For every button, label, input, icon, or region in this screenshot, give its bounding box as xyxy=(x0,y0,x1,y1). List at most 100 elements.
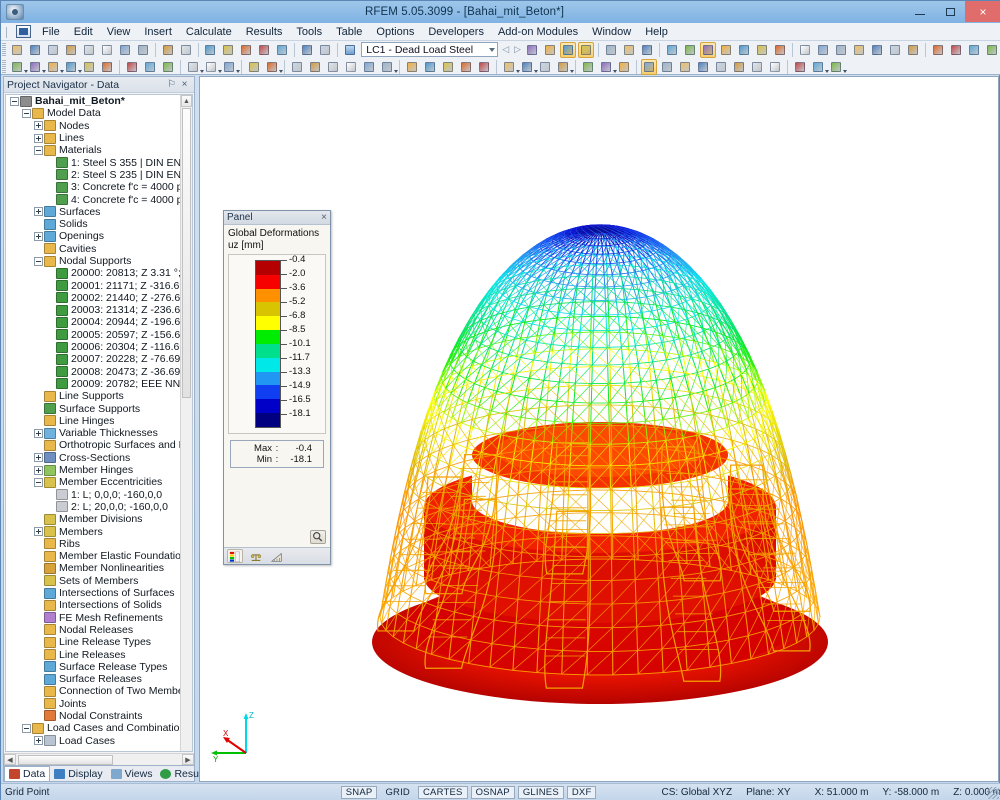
tree-item[interactable]: Cross-Sections xyxy=(6,452,180,464)
toolbar-button[interactable] xyxy=(27,59,43,75)
toolbar-button[interactable] xyxy=(851,42,867,58)
toolbar-button[interactable] xyxy=(307,59,323,75)
toolbar-button[interactable] xyxy=(772,42,788,58)
tree-item[interactable]: Line Hinges xyxy=(6,415,180,427)
dropdown-arrow-icon[interactable] xyxy=(394,70,398,73)
toolbar-button[interactable] xyxy=(695,59,711,75)
tree-item[interactable]: Line Releases xyxy=(6,648,180,660)
dropdown-arrow-icon[interactable] xyxy=(843,70,847,73)
toolbar-button[interactable] xyxy=(542,42,558,58)
chevron-down-icon[interactable] xyxy=(489,48,495,52)
toolbar-button[interactable] xyxy=(476,59,492,75)
toolbar-button[interactable] xyxy=(700,42,716,58)
menu-item-addon-modules[interactable]: Add-on Modules xyxy=(491,24,585,40)
toolbar-button[interactable] xyxy=(221,59,237,75)
tree-expander-icon[interactable] xyxy=(34,121,43,130)
menu-item-calculate[interactable]: Calculate xyxy=(179,24,239,40)
toolbar-button[interactable] xyxy=(713,59,729,75)
toolbar-button[interactable] xyxy=(27,42,43,58)
tree-item[interactable]: 2: Steel S 235 | DIN EN 1993-1-1 xyxy=(6,169,180,181)
tree-item[interactable]: Cavities xyxy=(6,243,180,255)
next-load-case-button[interactable]: ▷ xyxy=(512,42,524,57)
toolbar-button[interactable] xyxy=(677,59,693,75)
toolbar-button[interactable] xyxy=(578,42,594,58)
menu-item-file[interactable]: File xyxy=(35,24,67,40)
tree-item[interactable]: Line Release Types xyxy=(6,636,180,648)
tree-horizontal-scrollbar[interactable]: ◀ ▶ xyxy=(4,753,194,765)
tree-item[interactable]: Intersections of Solids xyxy=(6,599,180,611)
tree-item[interactable]: Orthotropic Surfaces and Membra xyxy=(6,439,180,451)
toolbar-button[interactable] xyxy=(9,42,25,58)
toolbar-button[interactable] xyxy=(238,42,254,58)
toolbar-button[interactable] xyxy=(81,42,97,58)
menu-item-help[interactable]: Help xyxy=(638,24,675,40)
toolbar-button[interactable] xyxy=(810,59,826,75)
toolbar-button[interactable] xyxy=(501,59,517,75)
tree-item[interactable]: Nodal Supports xyxy=(6,255,180,267)
toolbar-button[interactable] xyxy=(203,59,219,75)
toolbar-button[interactable] xyxy=(797,42,813,58)
tree-item[interactable]: Members xyxy=(6,525,180,537)
toolbar-grip[interactable] xyxy=(2,43,6,57)
tree-item[interactable]: Joints xyxy=(6,698,180,710)
toolbar-button[interactable] xyxy=(869,42,885,58)
tree-item[interactable]: 1: Steel S 355 | DIN EN 1993-1-1 xyxy=(6,156,180,168)
tree-item[interactable]: 20009: 20782; EEE NNN xyxy=(6,378,180,390)
menu-grip[interactable] xyxy=(3,24,15,40)
tree-item[interactable]: 20007: 20228; Z -76.69 °; EEE NN xyxy=(6,353,180,365)
toolbar-button[interactable] xyxy=(537,59,553,75)
tree-item[interactable]: Surface Releases xyxy=(6,673,180,685)
panel-close-icon[interactable]: × xyxy=(321,212,327,223)
toolbar-button[interactable] xyxy=(185,59,201,75)
toolbar-button[interactable] xyxy=(731,59,747,75)
tree-item[interactable]: Line Supports xyxy=(6,390,180,402)
tree-item[interactable]: 3: Concrete f'c = 4000 psi | ACI xyxy=(6,181,180,193)
toolbar-button[interactable] xyxy=(966,42,982,58)
toolbar-button[interactable] xyxy=(718,42,734,58)
dropdown-arrow-icon[interactable] xyxy=(279,70,283,73)
results-panel[interactable]: Panel × Global Deformations uz [mm] -0.4… xyxy=(223,210,331,565)
tree-expander-icon[interactable] xyxy=(34,527,43,536)
tree-item[interactable]: 20000: 20813; Z 3.31 °; EEE NNN xyxy=(6,267,180,279)
tree-item[interactable]: 20001: 21171; Z -316.69 °; EEE N xyxy=(6,279,180,291)
tree-item[interactable]: Member Nonlinearities xyxy=(6,562,180,574)
close-button[interactable]: × xyxy=(965,1,1000,22)
tree-item[interactable]: Surface Release Types xyxy=(6,661,180,673)
toolbar-button[interactable] xyxy=(524,42,540,58)
tree-item[interactable]: Connection of Two Members xyxy=(6,685,180,697)
toolbar-button[interactable] xyxy=(603,42,619,58)
toggle-osnap[interactable]: OSNAP xyxy=(471,786,515,799)
toolbar-button[interactable] xyxy=(639,42,655,58)
model-data-tree[interactable]: Bahai_mit_Beton*Model DataNodesLinesMate… xyxy=(5,94,193,752)
toolbar-button[interactable] xyxy=(519,59,535,75)
toggle-dxf[interactable]: DXF xyxy=(567,786,597,799)
toolbar-grip[interactable] xyxy=(2,60,6,74)
tree-vertical-scrollbar[interactable]: ▲ xyxy=(180,95,192,751)
toolbar-button[interactable] xyxy=(616,59,632,75)
menu-item-developers[interactable]: Developers xyxy=(421,24,491,40)
toolbar-button[interactable] xyxy=(325,59,341,75)
tree-item[interactable]: Materials xyxy=(6,144,180,156)
toolbar-button[interactable] xyxy=(361,59,377,75)
ruler-icon[interactable] xyxy=(269,549,285,563)
toolbar-button[interactable] xyxy=(682,42,698,58)
load-case-select[interactable]: LC1 - Dead Load Steel xyxy=(361,42,498,57)
menu-item-table[interactable]: Table xyxy=(329,24,369,40)
toolbar-button[interactable] xyxy=(45,42,61,58)
toolbar-button[interactable] xyxy=(905,42,921,58)
toolbar-button[interactable] xyxy=(598,59,614,75)
color-legend-icon[interactable] xyxy=(227,549,243,563)
menu-item-results[interactable]: Results xyxy=(239,24,290,40)
toolbar-button[interactable] xyxy=(749,59,765,75)
tree-expander-icon[interactable] xyxy=(22,109,31,118)
tree-expander-icon[interactable] xyxy=(10,97,19,106)
tree-expander-icon[interactable] xyxy=(34,478,43,487)
dropdown-arrow-icon[interactable] xyxy=(236,70,240,73)
tree-item[interactable]: 20004: 20944; Z -196.69 °; EEE N xyxy=(6,316,180,328)
magnifier-icon[interactable] xyxy=(310,530,326,544)
tree-item[interactable]: 20008: 20473; Z -36.69 °; EEE NN xyxy=(6,366,180,378)
toolbar-button[interactable] xyxy=(178,42,194,58)
tab-data[interactable]: Data xyxy=(4,766,50,781)
tree-expander-icon[interactable] xyxy=(34,134,43,143)
tree-item[interactable]: 2: L; 20,0,0; -160,0,0 xyxy=(6,501,180,513)
